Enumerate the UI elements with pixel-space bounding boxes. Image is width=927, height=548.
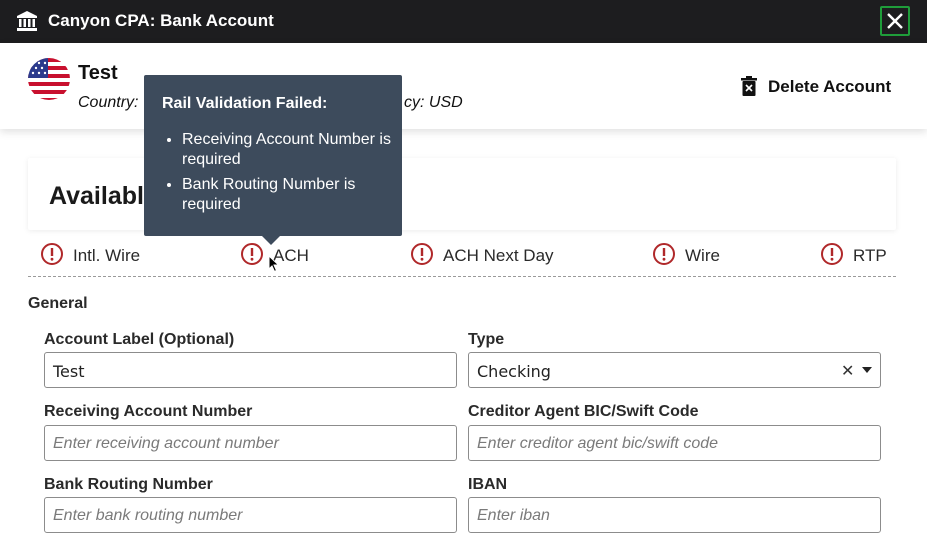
warning-icon (821, 243, 843, 265)
country-text: Country: (78, 94, 139, 111)
warning-icon (653, 243, 675, 265)
us-flag-icon (28, 58, 70, 100)
warning-icon (411, 243, 433, 265)
tooltip-arrow (262, 236, 280, 245)
account-name: Test (78, 62, 118, 84)
receiving-account-placeholder: Enter receiving account number (53, 435, 279, 452)
rails-row: Intl. Wire ACH ACH Next Day Wire RTP (28, 240, 896, 277)
warning-icon (241, 243, 263, 265)
tooltip-item: Bank Routing Number is required (182, 175, 404, 215)
creditor-bic-placeholder: Enter creditor agent bic/swift code (477, 435, 719, 452)
title-bar: Canyon CPA: Bank Account (0, 0, 927, 43)
account-label-label: Account Label (Optional) (44, 331, 235, 348)
routing-label: Bank Routing Number (44, 476, 213, 493)
tooltip-item: Receiving Account Number is required (182, 130, 404, 170)
type-value: Checking (477, 362, 551, 381)
creditor-bic-input[interactable]: Enter creditor agent bic/swift code (468, 425, 881, 461)
available-heading: Available (49, 182, 158, 210)
iban-placeholder: Enter iban (477, 507, 550, 524)
warning-icon (41, 243, 63, 265)
clear-icon[interactable]: ✕ (841, 361, 854, 381)
type-label: Type (468, 331, 505, 348)
routing-placeholder: Enter bank routing number (53, 507, 243, 524)
cursor-icon (268, 255, 280, 273)
currency-text: cy: USD (404, 94, 463, 111)
tooltip-list: Receiving Account Number is required Ban… (162, 130, 404, 220)
type-select[interactable]: Checking ✕ (468, 352, 881, 388)
account-label-value: Test (53, 362, 85, 381)
rail-label: Intl. Wire (73, 246, 141, 265)
iban-label: IBAN (468, 476, 508, 493)
delete-account-label: Delete Account (768, 77, 892, 96)
iban-input[interactable]: Enter iban (468, 497, 881, 533)
receiving-account-label: Receiving Account Number (44, 403, 253, 420)
routing-input[interactable]: Enter bank routing number (44, 497, 457, 533)
account-label-input[interactable]: Test (44, 352, 457, 388)
chevron-down-icon[interactable] (862, 367, 872, 373)
rail-validation-tooltip: Rail Validation Failed: Receiving Accoun… (144, 75, 404, 245)
receiving-account-input[interactable]: Enter receiving account number (44, 425, 457, 461)
tooltip-title: Rail Validation Failed: (162, 95, 328, 112)
account-header: Test Country: cy: USD Delete Account (0, 43, 927, 129)
close-button[interactable] (880, 6, 910, 36)
creditor-bic-label: Creditor Agent BIC/Swift Code (468, 403, 699, 420)
close-icon (887, 13, 903, 29)
section-general: General (28, 295, 88, 312)
rail-label: ACH Next Day (443, 246, 554, 265)
bank-icon (17, 11, 37, 31)
trash-icon (741, 76, 757, 96)
window-title: Canyon CPA: Bank Account (48, 11, 274, 30)
rail-label: RTP (853, 246, 887, 265)
rail-label: Wire (685, 246, 720, 265)
